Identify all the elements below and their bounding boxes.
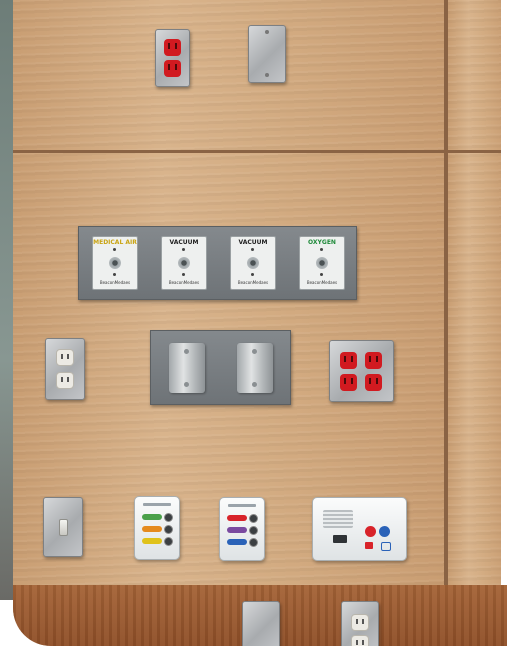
white-receptacle (351, 635, 369, 646)
photo-frame: MEDICAL AIR BeaconMedaes VACUUM BeaconMe… (13, 0, 507, 646)
indicator-dot (113, 248, 116, 251)
screw-icon (184, 382, 189, 387)
white-duplex-outlet[interactable] (45, 338, 85, 400)
control-knob[interactable] (249, 526, 258, 535)
red-receptacle (365, 374, 382, 391)
status-indicator (227, 515, 247, 521)
panel-seam-edge (501, 0, 507, 646)
gas-port-icon (247, 257, 259, 269)
red-quad-outlet[interactable] (329, 340, 394, 402)
gas-label: OXYGEN (308, 239, 336, 246)
gas-brand: BeaconMedaes (99, 280, 131, 285)
gas-label: VACUUM (238, 239, 268, 246)
baseboard-blank-plate (242, 601, 280, 646)
brand-strip (228, 504, 256, 507)
display-window (333, 535, 347, 543)
control-knob[interactable] (249, 514, 258, 523)
gas-brand: BeaconMedaes (306, 280, 338, 285)
indicator-dot (182, 248, 185, 251)
gas-outlet-face: OXYGEN BeaconMedaes (299, 236, 345, 290)
wood-panel-right (448, 153, 507, 585)
gas-outlet-face: VACUUM BeaconMedaes (230, 236, 276, 290)
gas-outlet-face: VACUUM BeaconMedaes (161, 236, 207, 290)
wood-panel-top (13, 0, 444, 150)
cancel-button[interactable] (379, 526, 390, 537)
screw-icon (184, 349, 189, 354)
white-receptacle (56, 372, 74, 389)
emergency-button[interactable] (365, 526, 376, 537)
screw-icon (265, 73, 269, 77)
gas-outlet-face: MEDICAL AIR BeaconMedaes (92, 236, 138, 290)
gas-brand: BeaconMedaes (237, 280, 269, 285)
gas-port-icon (178, 257, 190, 269)
alarm-panel-left[interactable] (134, 496, 180, 560)
wood-panel-right-top (448, 0, 507, 150)
equipment-rail-right[interactable] (237, 343, 273, 393)
gas-port-icon (316, 257, 328, 269)
left-edge-background (0, 0, 13, 600)
master-alarm-station[interactable] (312, 497, 407, 561)
equipment-rail-left[interactable] (169, 343, 205, 393)
control-knob[interactable] (249, 538, 258, 547)
status-indicator (142, 526, 162, 532)
indicator-dot (113, 273, 116, 276)
status-indicator (227, 527, 247, 533)
status-indicator (142, 514, 162, 520)
gas-brand: BeaconMedaes (168, 280, 200, 285)
control-knob[interactable] (164, 537, 173, 546)
phone-icon (381, 542, 391, 551)
gas-outlet-vacuum-1[interactable]: VACUUM BeaconMedaes (150, 228, 216, 296)
status-indicator (142, 538, 162, 544)
red-receptacle (340, 374, 357, 391)
red-receptacle (164, 60, 181, 77)
switch-toggle[interactable] (59, 519, 68, 536)
gas-outlet-oxygen[interactable]: OXYGEN BeaconMedaes (288, 228, 354, 296)
screw-icon (252, 382, 257, 387)
indicator-dot (320, 273, 323, 276)
white-receptacle (351, 614, 369, 631)
gas-outlet-air[interactable]: MEDICAL AIR BeaconMedaes (81, 228, 147, 296)
brand-strip (143, 503, 171, 506)
control-knob[interactable] (164, 513, 173, 522)
status-indicator (365, 542, 373, 549)
speaker-grille (323, 510, 353, 528)
blank-cover-plate (248, 25, 286, 83)
red-receptacle (164, 39, 181, 56)
status-indicator (227, 539, 247, 545)
control-knob[interactable] (164, 525, 173, 534)
gas-label: MEDICAL AIR (93, 239, 137, 246)
gas-outlet-vacuum-2[interactable]: VACUUM BeaconMedaes (219, 228, 285, 296)
baseboard-white-outlet[interactable] (341, 601, 379, 646)
gas-port-icon (109, 257, 121, 269)
panel-seam-vertical (444, 0, 448, 585)
red-receptacle (365, 352, 382, 369)
alarm-panel-right[interactable] (219, 497, 265, 561)
indicator-dot (251, 273, 254, 276)
white-receptacle (56, 349, 74, 366)
light-switch[interactable] (43, 497, 83, 557)
screw-icon (252, 349, 257, 354)
screw-icon (265, 30, 269, 34)
indicator-dot (251, 248, 254, 251)
panel-seam-horizontal (13, 150, 507, 153)
red-duplex-outlet-top[interactable] (155, 29, 190, 87)
headwall-photo: MEDICAL AIR BeaconMedaes VACUUM BeaconMe… (0, 0, 507, 646)
indicator-dot (182, 273, 185, 276)
red-receptacle (340, 352, 357, 369)
gas-label: VACUUM (169, 239, 199, 246)
indicator-dot (320, 248, 323, 251)
